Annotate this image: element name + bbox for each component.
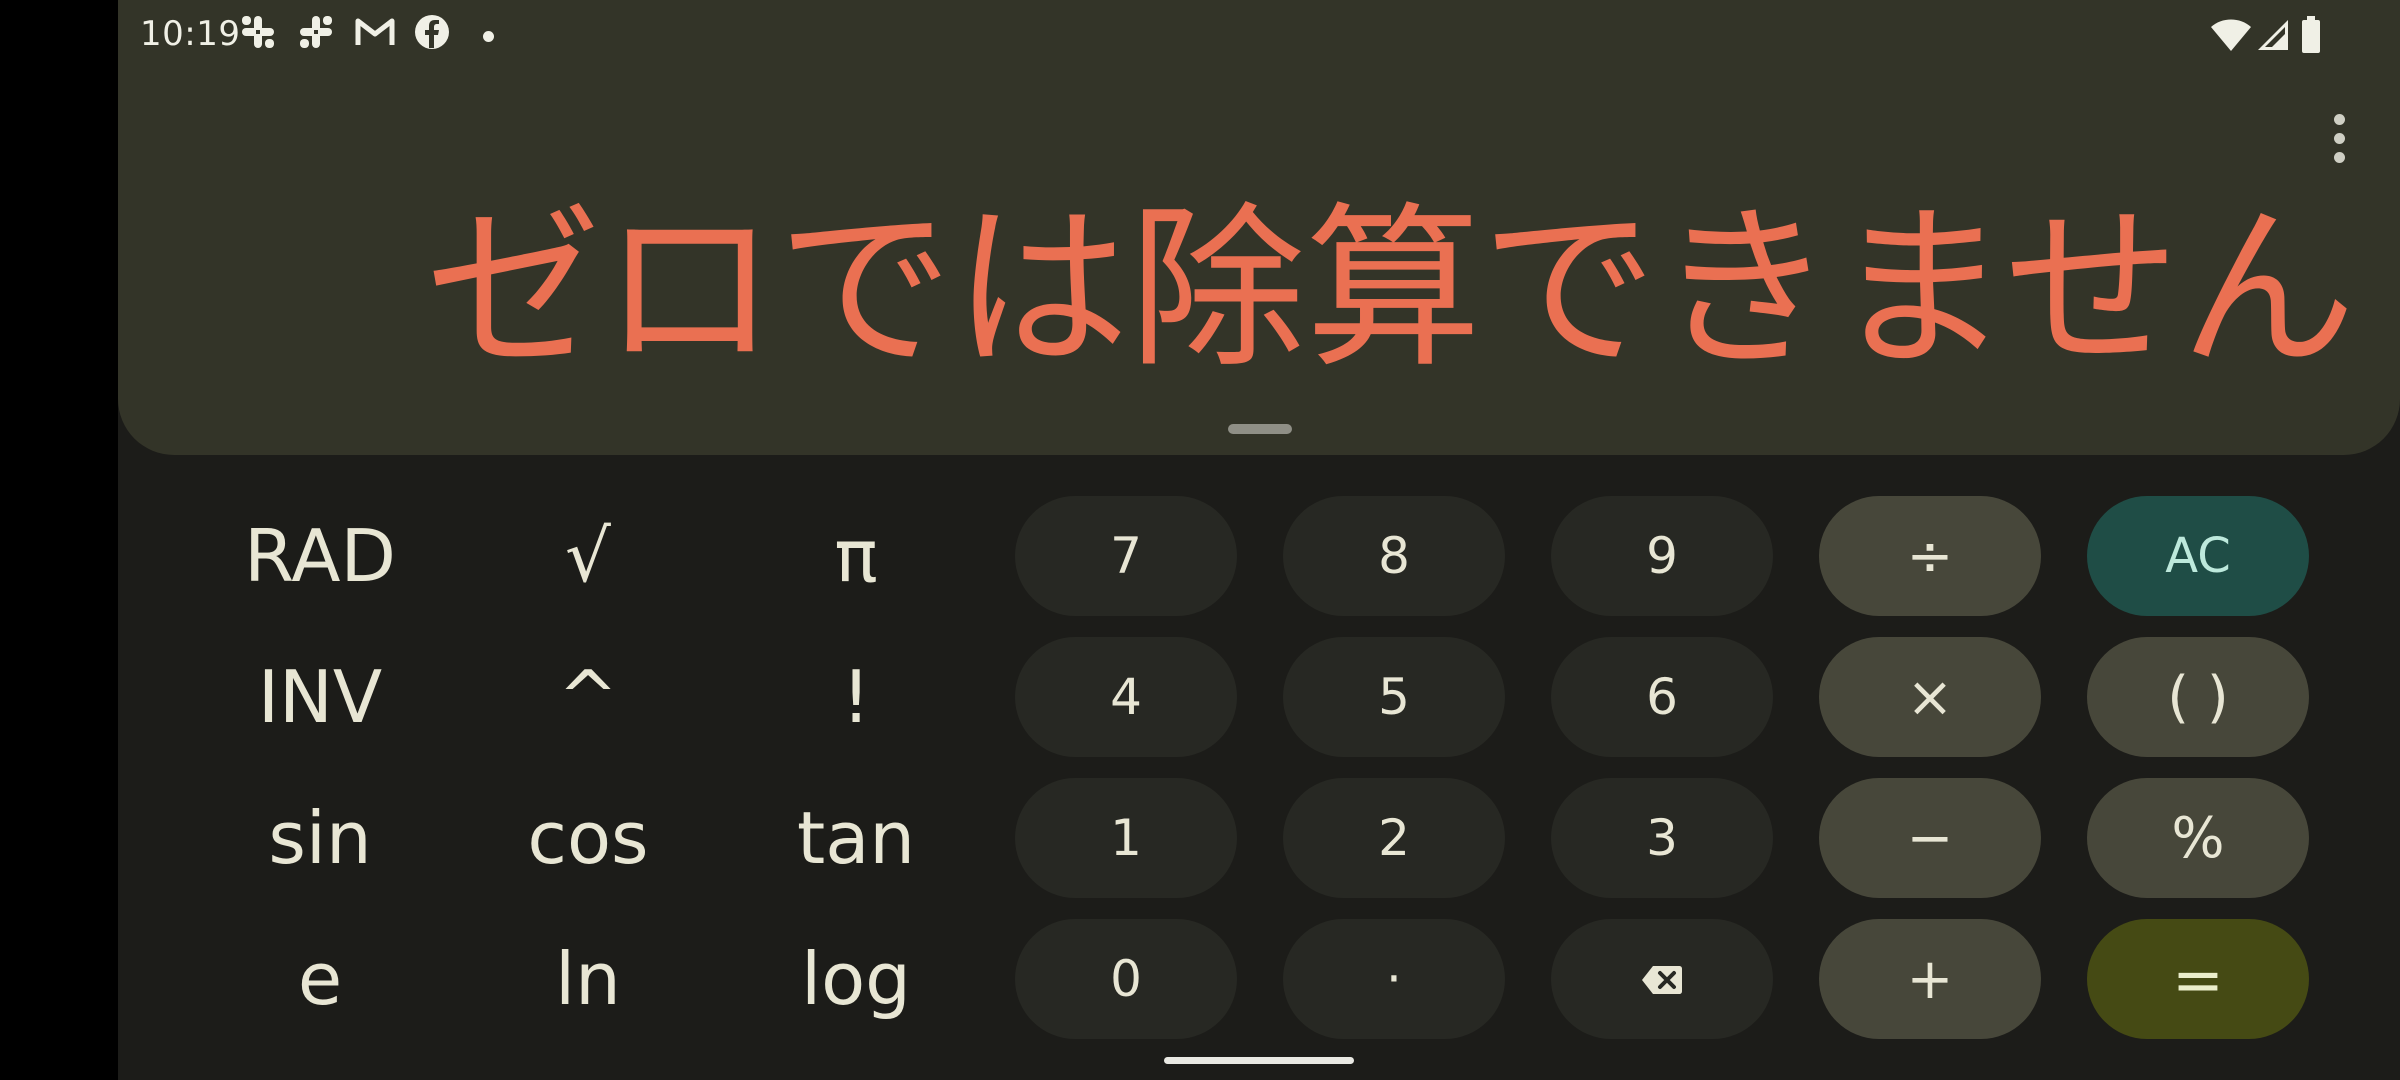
drag-handle[interactable] (1228, 424, 1292, 434)
digit-0-key[interactable]: 0 (1015, 919, 1237, 1039)
status-bar: 10:19 (118, 0, 2400, 72)
backspace-icon (1641, 950, 1683, 1008)
ln-key[interactable]: ln (477, 919, 699, 1039)
wifi-icon (2210, 18, 2252, 60)
minus-key[interactable]: − (1819, 778, 2041, 898)
digit-5-key[interactable]: 5 (1283, 637, 1505, 757)
display-panel: 10:19 ゼロでは除算できません (118, 0, 2400, 455)
power-key[interactable]: ^ (477, 637, 699, 757)
cellular-signal-icon (2256, 18, 2290, 60)
digit-3-key[interactable]: 3 (1551, 778, 1773, 898)
tan-key[interactable]: tan (745, 778, 967, 898)
equals-key[interactable]: = (2087, 919, 2309, 1039)
digit-4-key[interactable]: 4 (1015, 637, 1237, 757)
plus-key[interactable]: + (1819, 919, 2041, 1039)
parentheses-key[interactable]: ( ) (2087, 637, 2309, 757)
percent-key[interactable]: % (2087, 778, 2309, 898)
digit-6-key[interactable]: 6 (1551, 637, 1773, 757)
digit-7-key[interactable]: 7 (1015, 496, 1237, 616)
sin-key[interactable]: sin (209, 778, 431, 898)
battery-icon (2300, 16, 2322, 62)
divide-key[interactable]: ÷ (1819, 496, 2041, 616)
status-time: 10:19 (140, 14, 241, 54)
gesture-navigation-bar[interactable] (1164, 1057, 1354, 1064)
rad-key[interactable]: RAD (209, 496, 431, 616)
multiply-key[interactable]: × (1819, 637, 2041, 757)
gmail-icon (355, 17, 395, 55)
digit-8-key[interactable]: 8 (1283, 496, 1505, 616)
factorial-key[interactable]: ! (745, 637, 967, 757)
facebook-icon (414, 14, 450, 58)
digit-9-key[interactable]: 9 (1551, 496, 1773, 616)
backspace-key[interactable] (1551, 919, 1773, 1039)
sqrt-key[interactable]: √ (477, 496, 699, 616)
all-clear-key[interactable]: AC (2087, 496, 2309, 616)
more-vert-icon[interactable] (2325, 114, 2355, 164)
digit-1-key[interactable]: 1 (1015, 778, 1237, 898)
digit-2-key[interactable]: 2 (1283, 778, 1505, 898)
pi-key[interactable]: π (745, 496, 967, 616)
slack-icon (298, 14, 334, 58)
more-notifications-dot (483, 31, 494, 42)
inv-key[interactable]: INV (209, 637, 431, 757)
log-key[interactable]: log (745, 919, 967, 1039)
e-key[interactable]: e (209, 919, 431, 1039)
calculator-screen: 10:19 ゼロでは除算できません RAD √ π INV ^ ! sin co… (118, 0, 2400, 1080)
decimal-point-key[interactable]: · (1283, 919, 1505, 1039)
cos-key[interactable]: cos (477, 778, 699, 898)
result-display: ゼロでは除算できません (425, 187, 2356, 392)
slack-icon (240, 14, 276, 58)
